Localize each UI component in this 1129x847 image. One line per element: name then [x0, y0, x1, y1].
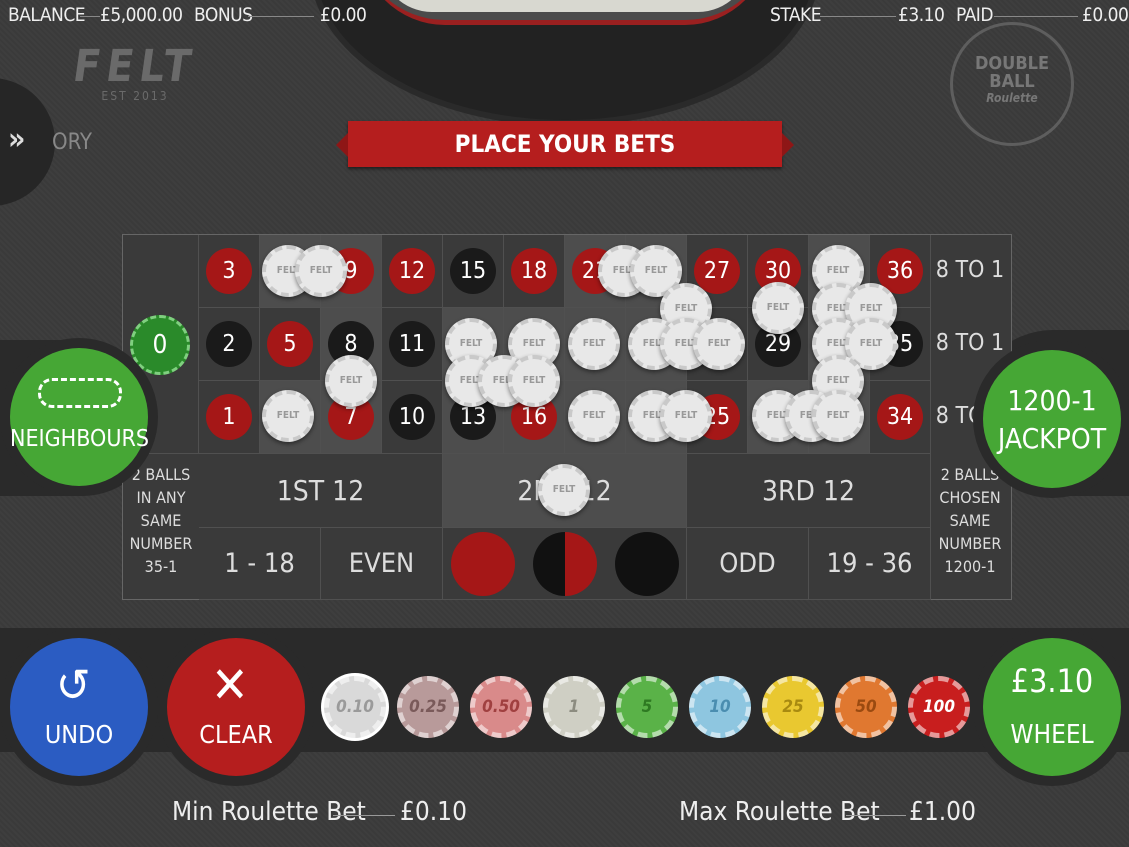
racetrack-icon — [38, 378, 122, 408]
chip-50[interactable]: 50 — [835, 676, 897, 738]
two-balls-any-note: 2 BALLS IN ANY SAME NUMBER 35-1 — [129, 465, 193, 576]
colour-bets — [443, 528, 687, 600]
min-bet-value: £0.10 — [400, 797, 467, 827]
undo-label: UNDO — [44, 720, 114, 749]
placed-chip[interactable]: FELT — [812, 390, 864, 442]
number-34: 34 — [877, 394, 923, 440]
two-balls-chosen-note: 2 BALLS CHOSEN SAME NUMBER 1200-1 — [938, 465, 1002, 576]
wheel-label: WHEEL — [1010, 720, 1094, 750]
dozen-1[interactable]: 1ST 12 — [199, 454, 443, 528]
paid-label: PAID — [956, 4, 993, 26]
history-label: ORY — [52, 130, 93, 155]
felt-logo-text: FELT — [69, 41, 201, 92]
double-ball-logo: DOUBLE BALL Roulette — [950, 22, 1074, 146]
divider — [333, 815, 395, 816]
bet-odd[interactable]: ODD — [687, 528, 809, 600]
bet-19-36[interactable]: 19 - 36 — [809, 528, 931, 600]
balance-value: £5,000.00 — [100, 4, 183, 26]
chip-5[interactable]: 5 — [616, 676, 678, 738]
chip-25[interactable]: 25 — [762, 676, 824, 738]
felt-logo: FELT EST 2013 — [69, 41, 201, 115]
logo-ball: BALL — [989, 71, 1035, 92]
chip-100[interactable]: 100 — [908, 676, 970, 738]
number-15: 15 — [450, 248, 496, 294]
stake-value: £3.10 — [898, 4, 945, 26]
bonus-label: BONUS — [194, 4, 253, 26]
spin-wheel-button[interactable]: £3.10 WHEEL — [983, 638, 1121, 776]
bet-red[interactable] — [451, 532, 515, 596]
placed-chip[interactable]: FELT — [325, 355, 377, 407]
clear-button[interactable]: ✕ CLEAR — [167, 638, 305, 776]
max-bet-value: £1.00 — [909, 797, 976, 827]
divider — [80, 16, 100, 17]
place-bets-banner: PLACE YOUR BETS — [336, 121, 794, 167]
neighbours-button[interactable]: NEIGHBOURS — [10, 348, 149, 486]
number-cell-34[interactable]: 34 — [870, 381, 931, 454]
chevron-right-icon: » — [8, 122, 26, 157]
bet-black[interactable] — [615, 532, 679, 596]
number-5: 5 — [267, 321, 313, 367]
number-cell-15[interactable]: 15 — [443, 235, 504, 308]
divider — [248, 16, 314, 17]
undo-button[interactable]: ↺ UNDO — [10, 638, 148, 776]
placed-chip[interactable]: FELT — [568, 390, 620, 442]
placed-chip[interactable]: FELT — [660, 390, 712, 442]
bet-1-18[interactable]: 1 - 18 — [199, 528, 321, 600]
placed-chip[interactable]: FELT — [295, 245, 347, 297]
history-tab[interactable]: » — [0, 78, 55, 206]
number-10: 10 — [389, 394, 435, 440]
number-cell-2[interactable]: 2 — [199, 308, 260, 381]
zero-number: 0 — [130, 315, 190, 375]
number-cell-12[interactable]: 12 — [382, 235, 443, 308]
jackpot-button[interactable]: 1200-1 JACKPOT — [983, 350, 1121, 488]
divider — [820, 16, 896, 17]
dozen-3[interactable]: 3RD 12 — [687, 454, 931, 528]
number-11: 11 — [389, 321, 435, 367]
chip-0.50[interactable]: 0.50 — [470, 676, 532, 738]
number-cell-3[interactable]: 3 — [199, 235, 260, 308]
chip-10[interactable]: 10 — [689, 676, 751, 738]
stake-label: STAKE — [770, 4, 822, 26]
bonus-value: £0.00 — [320, 4, 367, 26]
number-cell-10[interactable]: 10 — [382, 381, 443, 454]
jackpot-label: JACKPOT — [997, 422, 1107, 455]
number-1: 1 — [206, 394, 252, 440]
placed-chip[interactable]: FELT — [752, 282, 804, 334]
placed-chip[interactable]: FELT — [568, 318, 620, 370]
divider — [846, 815, 906, 816]
number-3: 3 — [206, 248, 252, 294]
number-2: 2 — [206, 321, 252, 367]
placed-chip[interactable]: FELT — [538, 464, 590, 516]
balance-label: BALANCE — [8, 4, 86, 26]
chip-0.10[interactable]: 0.10 — [324, 676, 386, 738]
max-bet-label: Max Roulette Bet — [679, 797, 880, 827]
min-bet-label: Min Roulette Bet — [172, 797, 366, 827]
undo-icon: ↺ — [56, 658, 91, 712]
bet-even[interactable]: EVEN — [321, 528, 443, 600]
number-cell-1[interactable]: 1 — [199, 381, 260, 454]
column-payout-2[interactable]: 8 TO 1 — [931, 330, 1009, 356]
close-icon: ✕ — [211, 656, 249, 714]
placed-chip[interactable]: FELT — [262, 390, 314, 442]
neighbours-label: NEIGHBOURS — [10, 426, 149, 452]
number-cell-18[interactable]: 18 — [504, 235, 565, 308]
chip-0.25[interactable]: 0.25 — [397, 676, 459, 738]
number-cell-5[interactable]: 5 — [260, 308, 321, 381]
number-12: 12 — [389, 248, 435, 294]
divider — [994, 16, 1078, 17]
logo-roulette: Roulette — [986, 91, 1038, 105]
top-bar: BALANCE £5,000.00 BONUS £0.00 STAKE £3.1… — [0, 0, 1129, 34]
placed-chip[interactable]: FELT — [693, 318, 745, 370]
clear-label: CLEAR — [199, 720, 273, 749]
number-18: 18 — [511, 248, 557, 294]
jackpot-odds: 1200-1 — [1007, 384, 1097, 417]
paid-value: £0.00 — [1082, 4, 1129, 26]
bet-split-colour[interactable] — [533, 532, 597, 596]
wheel-stake: £3.10 — [1010, 662, 1094, 700]
chip-1[interactable]: 1 — [543, 676, 605, 738]
number-cell-11[interactable]: 11 — [382, 308, 443, 381]
column-payout-1[interactable]: 8 TO 1 — [931, 257, 1009, 283]
placed-chip[interactable]: FELT — [508, 355, 560, 407]
